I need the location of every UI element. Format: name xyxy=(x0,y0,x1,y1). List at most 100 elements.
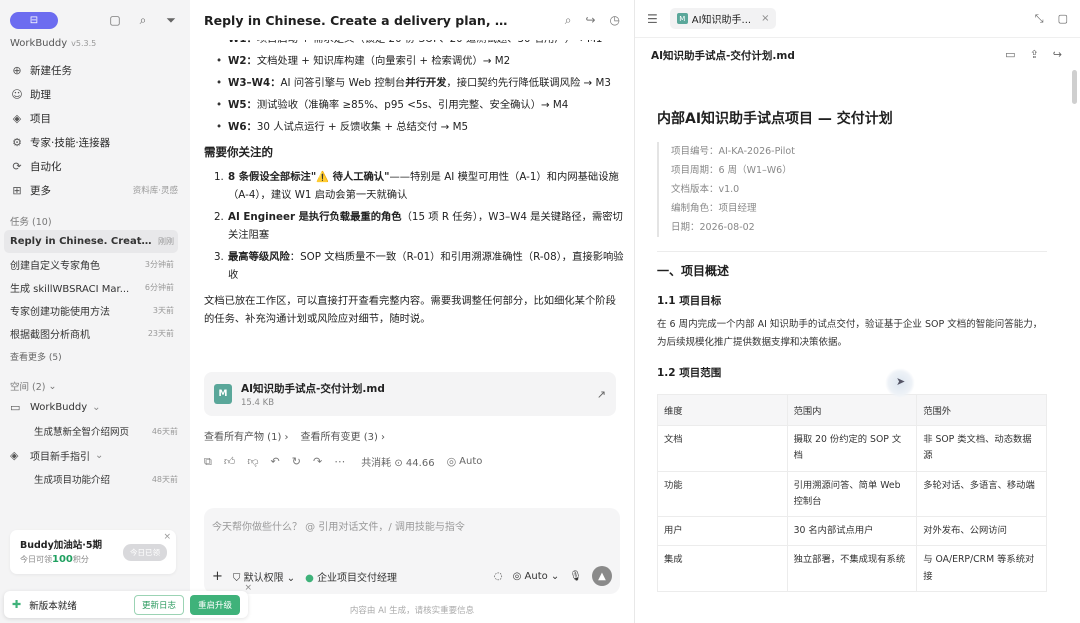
promo-sub-prefix: 今日可领 xyxy=(20,555,52,564)
search-icon[interactable]: ⌕ xyxy=(565,13,572,28)
document-actions: ▭ ⇪ ↪ xyxy=(1005,48,1062,61)
nav-more[interactable]: ⊞ 更多 资料库·灵感 xyxy=(10,178,178,202)
share-icon[interactable]: ↪ xyxy=(585,13,595,28)
update-toast: ✚ 新版本就绪 更新日志 重启升级 × xyxy=(4,583,252,618)
promo-sub-suffix: 积分 xyxy=(72,555,89,564)
panel-toggle-icon[interactable]: ▢ xyxy=(1058,12,1068,26)
model-label: Auto xyxy=(524,570,548,582)
undo-icon[interactable]: ↶ xyxy=(271,455,280,468)
nav-project[interactable]: ◈ 项目 xyxy=(10,106,178,130)
share-icon[interactable]: ↪ xyxy=(1053,48,1062,61)
space-task-item[interactable]: 生成慧新全智介绍网页 46天前 xyxy=(10,419,178,443)
close-icon[interactable]: × xyxy=(761,13,769,24)
token-cost: 共消耗 ⊙ 44.66 xyxy=(361,458,435,469)
restart-upgrade-button[interactable]: 重启升级 xyxy=(189,594,240,615)
view-changes-link[interactable]: 查看所有变更 (3) › xyxy=(301,428,386,443)
space-name: WorkBuddy xyxy=(30,401,88,413)
history-icon[interactable]: ◷ xyxy=(610,13,620,28)
task-time: 刚刚 xyxy=(158,237,174,246)
chevron-down-icon: ⌄ xyxy=(48,380,57,392)
task-item[interactable]: Reply in Chinese. Create ... 刚刚 xyxy=(4,230,178,253)
chat-pane: W1：项目启动 + 需求定义（锁定 20 份 SOP、20 道测试题、30 名用… xyxy=(190,0,634,623)
new-chat-button[interactable]: ⊟ xyxy=(10,11,58,29)
search-icon[interactable]: ⌕ xyxy=(136,13,150,28)
bullet-text: 30 人试点运行 + 反馈收集 + 总结交付 → M5 xyxy=(256,121,469,134)
nav-label: 更多 xyxy=(30,184,51,197)
tasks-section-title[interactable]: 任务 (10) xyxy=(10,212,178,230)
composer-toolbar: + ⛉ 默认权限 ⌄ ● 企业项目交付经理 ◌ ◎ Auto ⌄ 🎙︎ ▲ xyxy=(204,566,620,586)
view-artifacts-link[interactable]: 查看所有产物 (1) › xyxy=(204,428,289,443)
sidebar-toggle-icon[interactable]: ▢ xyxy=(108,13,122,28)
bullet-text: 文档处理 + 知识库构建（向量索引 + 检索调优）→ M2 xyxy=(256,55,511,68)
scrollbar[interactable] xyxy=(1072,70,1077,104)
expert-selector[interactable]: ● 企业项目交付经理 xyxy=(305,569,397,584)
cursor-icon: ➤ xyxy=(896,375,906,388)
space-item-workbuddy[interactable]: ▭ WorkBuddy ⌄ xyxy=(10,395,178,419)
thumbs-up-icon[interactable]: 👍︎ xyxy=(224,455,236,468)
permission-selector[interactable]: ⛉ 默认权限 ⌄ xyxy=(233,569,295,584)
task-item[interactable]: 生成 skillWBSRACI Mar... 6分钟前 xyxy=(4,276,178,299)
assistant-icon: ☺ xyxy=(11,87,23,101)
attention-heading: 需要你关注的 xyxy=(204,145,273,160)
redo-icon[interactable]: ↷ xyxy=(313,455,322,468)
promo-card[interactable]: Buddy加油站·5期 今日可领100积分 今日已领 × xyxy=(10,530,176,574)
composer-right: ◌ ◎ Auto ⌄ 🎙︎ ▲ xyxy=(494,566,612,586)
file-attachment-card[interactable]: M AI知识助手试点-交付计划.md 15.4 KB ↗ xyxy=(204,372,616,416)
meta-line: 项目周期：6 周（W1–W6） xyxy=(671,165,792,176)
loading-icon: ◌ xyxy=(493,570,503,582)
copy-icon[interactable]: ⧉ xyxy=(204,455,212,469)
document-title: 内部AI知识助手试点项目 — 交付计划 xyxy=(657,111,893,127)
spaces-section-title[interactable]: 空间 (2) ⌄ xyxy=(10,377,178,395)
tab-document[interactable]: M AI知识助手... × xyxy=(669,8,777,29)
table-row: 集成 独立部署，不集成现有系统与 OA/ERP/CRM 等系统对接 xyxy=(657,545,1047,592)
task-item[interactable]: 根据截图分析商机 23天前 xyxy=(4,322,178,345)
chat-header-actions: ⌕ ↪ ◷ xyxy=(565,13,620,28)
table-cell: 非 SOP 类文档、动态数据源 xyxy=(916,425,1047,472)
auto-icon: ◎ xyxy=(446,455,457,468)
nav-label: 项目 xyxy=(30,112,51,125)
promo-claim-button[interactable]: 今日已领 xyxy=(123,544,167,561)
filter-icon[interactable]: ⏷ xyxy=(164,13,178,28)
chat-header: Reply in Chinese. Create a delivery plan… xyxy=(190,0,634,40)
task-item[interactable]: 专家创建功能使用方法 3天前 xyxy=(4,299,178,322)
model-selector[interactable]: ◎ Auto ⌄ xyxy=(513,571,560,582)
plus-icon[interactable]: + xyxy=(212,569,223,584)
bullet-bold: W5： xyxy=(228,99,257,112)
close-icon[interactable]: × xyxy=(163,532,171,542)
send-button[interactable]: ▲ xyxy=(592,566,612,586)
list-number: 3. xyxy=(214,251,224,264)
nav-assistant[interactable]: ☺ 助理 xyxy=(10,82,178,106)
section-label: 空间 (2) xyxy=(10,382,46,393)
list-number: 2. xyxy=(214,211,224,224)
changelog-button[interactable]: 更新日志 xyxy=(133,594,184,615)
microphone-icon[interactable]: 🎙︎ xyxy=(569,571,582,582)
nav-new-task[interactable]: ⊕ 新建任务 xyxy=(10,58,178,82)
item-bold: AI Engineer 是执行负载最重的角色 xyxy=(228,211,402,224)
sidebar-toolbar: ▢ ⌕ ⏷ xyxy=(108,13,178,28)
app-window: ⊟ ▢ ⌕ ⏷ WorkBuddy v5.3.5 ⊕ 新建任务 ☺ 助理 ◈ 项目 ⚙… xyxy=(0,0,1080,623)
nav-automation[interactable]: ⟳ 自动化 xyxy=(10,154,178,178)
model-icon: ◎ xyxy=(512,570,525,582)
open-external-icon[interactable]: ↗ xyxy=(597,388,606,401)
item-bold: 8 条假设全部标注"⚠️ 待人工确认" xyxy=(228,171,390,184)
tasks-more-link[interactable]: 查看更多 (5) xyxy=(10,345,178,367)
folder-icon[interactable]: ▭ xyxy=(1005,48,1015,61)
nav-hint: 资料库·灵感 xyxy=(132,186,178,196)
task-item[interactable]: 创建自定义专家角色 3分钟前 xyxy=(4,253,178,276)
expert-avatar-icon: ● xyxy=(305,572,318,584)
composer-input[interactable]: 今天帮你做些什么？ @ 引用对话文件，/ 调用技能与指令 xyxy=(212,518,465,533)
space-task-item[interactable]: 生成项目功能介绍 48天前 xyxy=(10,467,178,491)
collapse-icon[interactable]: ⤡ xyxy=(1035,12,1044,26)
list-item: 2. AI Engineer 是执行负载最重的角色（15 项 R 任务），W3–W… xyxy=(204,208,624,244)
upload-icon[interactable]: ⇪ xyxy=(1030,48,1039,61)
more-icon[interactable]: ⋯ xyxy=(334,455,345,468)
table-cell: 文档 xyxy=(657,425,788,472)
close-icon[interactable]: × xyxy=(244,583,252,593)
nav-experts[interactable]: ⚙ 专家·技能·连接器 xyxy=(10,130,178,154)
space-item-guide[interactable]: ◈ 项目新手指引 ⌄ xyxy=(10,443,178,467)
menu-icon[interactable]: ☰ xyxy=(647,12,658,26)
task-title: 创建自定义专家角色 xyxy=(10,261,100,272)
thumbs-down-icon[interactable]: 👎︎ xyxy=(247,455,258,468)
retry-icon[interactable]: ↻ xyxy=(292,455,301,468)
version-label: v5.3.5 xyxy=(71,39,97,48)
